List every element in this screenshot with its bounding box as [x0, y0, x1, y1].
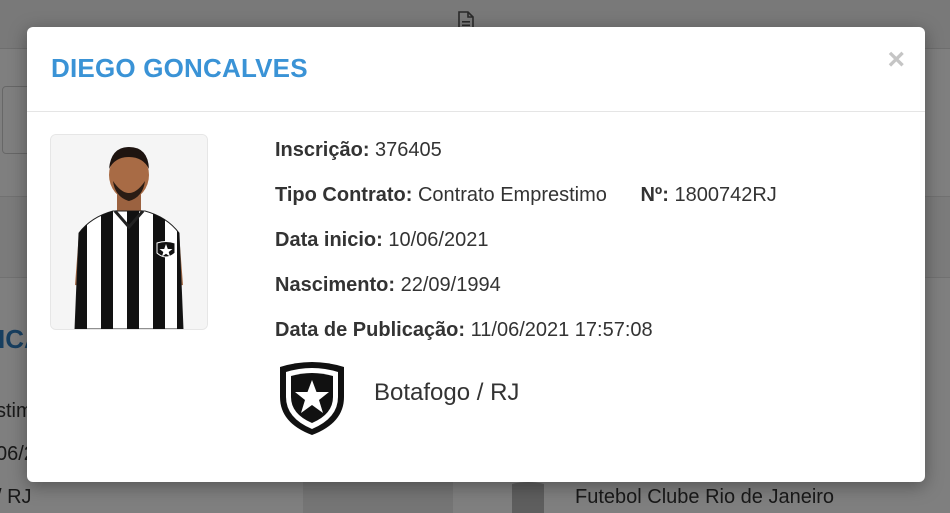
nascimento-label: Nascimento:	[275, 274, 396, 296]
modal-header: DIEGO GONCALVES ×	[27, 27, 925, 112]
publicacao-value: 11/06/2021 17:57:08	[470, 319, 653, 341]
data-inicio-label: Data inicio:	[275, 229, 383, 251]
tipo-contrato-row: Tipo Contrato: Contrato Emprestimo Nº: 1…	[275, 184, 777, 229]
club-info: Botafogo / RJ	[277, 359, 677, 437]
tipo-contrato-value: Contrato Emprestimo	[417, 184, 607, 206]
inscricao-value: 376405	[375, 139, 442, 161]
inscricao-label: Inscrição:	[275, 139, 370, 161]
player-info: Inscrição: 376405 Tipo Contrato: Contrat…	[275, 139, 777, 364]
data-inicio-row: Data inicio: 10/06/2021	[275, 229, 777, 274]
inscricao-row: Inscrição: 376405	[275, 139, 777, 184]
club-name[interactable]: Botafogo / RJ	[374, 379, 519, 407]
nascimento-value: 22/09/1994	[400, 274, 501, 296]
publicacao-row: Data de Publicação: 11/06/2021 17:57:08	[275, 319, 777, 364]
tipo-contrato-label: Tipo Contrato:	[275, 184, 413, 206]
numero-label: Nº:	[640, 184, 669, 206]
numero-value: 1800742RJ	[674, 184, 777, 206]
modal-title: DIEGO GONCALVES	[51, 53, 308, 83]
botafogo-crest-icon	[280, 362, 344, 435]
data-inicio-value: 10/06/2021	[388, 229, 489, 251]
player-photo	[50, 134, 208, 330]
player-photo-image	[51, 135, 207, 329]
player-modal: DIEGO GONCALVES × Inscrição: 376405 Tipo…	[27, 27, 925, 482]
close-button[interactable]: ×	[887, 45, 905, 75]
publicacao-label: Data de Publicação:	[275, 319, 466, 341]
nascimento-row: Nascimento: 22/09/1994	[275, 274, 777, 319]
